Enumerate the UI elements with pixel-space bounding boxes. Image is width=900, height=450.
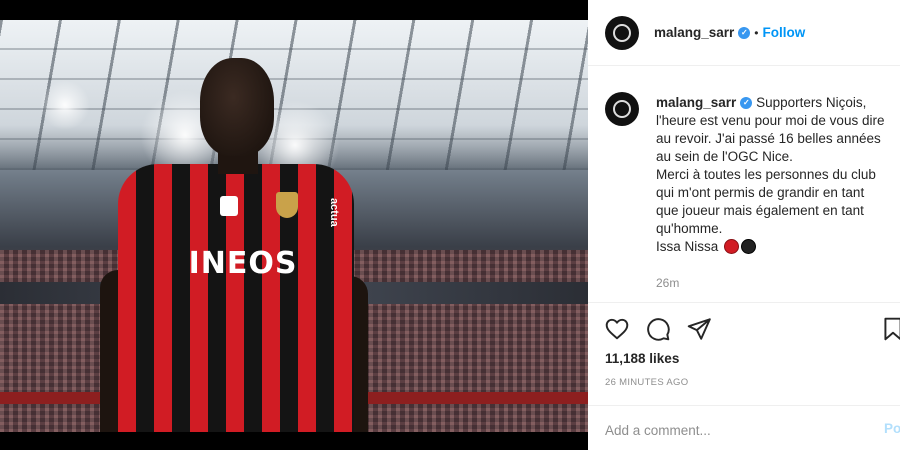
post-sidebar: malang_sarr ✓ • Follow malang_sarr ✓ Supp… bbox=[588, 0, 900, 450]
share-icon[interactable] bbox=[686, 316, 712, 342]
caption-line: Merci à toutes les personnes du club bbox=[656, 167, 876, 182]
follow-button[interactable]: Follow bbox=[763, 25, 806, 40]
caption-line: Issa Nissa bbox=[656, 239, 719, 254]
likes-count[interactable]: 11,188 likes bbox=[605, 351, 679, 366]
caption-timestamp[interactable]: 26m bbox=[656, 276, 679, 290]
caption-line: au sein de l'OGC Nice. bbox=[656, 149, 793, 164]
avatar[interactable] bbox=[605, 92, 639, 126]
bookmark-icon[interactable] bbox=[880, 316, 900, 342]
comment-icon[interactable] bbox=[645, 316, 671, 342]
verified-badge-icon: ✓ bbox=[740, 97, 753, 110]
divider bbox=[588, 405, 900, 406]
red-circle-emoji-icon bbox=[724, 239, 740, 254]
kit-brand-logo bbox=[220, 196, 238, 216]
post-comment-button[interactable]: Po bbox=[884, 421, 900, 436]
avatar-logo-icon bbox=[613, 23, 631, 42]
heart-icon[interactable] bbox=[604, 316, 630, 342]
caption-username[interactable]: malang_sarr bbox=[656, 95, 736, 110]
avatar[interactable] bbox=[605, 15, 639, 50]
post-header: malang_sarr ✓ • Follow bbox=[588, 0, 900, 66]
caption-line: qu'homme. bbox=[656, 221, 723, 236]
caption-line: que joueur mais également en tant bbox=[656, 203, 864, 218]
black-circle-emoji-icon bbox=[741, 239, 757, 254]
caption-line: au revoir. J'ai passé 16 belles années bbox=[656, 131, 881, 146]
player-head bbox=[200, 58, 274, 156]
header-username[interactable]: malang_sarr bbox=[654, 25, 734, 40]
sleeve-sponsor: actua bbox=[328, 198, 340, 227]
caption-line: Supporters Niçois, bbox=[756, 95, 867, 110]
comment-input[interactable] bbox=[605, 420, 865, 440]
stadium-light bbox=[40, 80, 90, 130]
verified-badge-icon: ✓ bbox=[738, 26, 751, 39]
caption-line: l'heure est venu pour moi de vous dire bbox=[656, 113, 885, 128]
club-crest bbox=[276, 192, 298, 218]
caption-line: qui m'ont permis de grandir en tant bbox=[656, 185, 865, 200]
post-photo[interactable]: INEOS actua bbox=[0, 20, 588, 432]
avatar-logo-icon bbox=[613, 100, 631, 118]
player-figure: INEOS actua bbox=[96, 40, 396, 432]
action-bar bbox=[604, 316, 900, 342]
jersey-sponsor: INEOS bbox=[188, 246, 298, 281]
divider bbox=[588, 302, 900, 303]
post-timestamp[interactable]: 26 MINUTES AGO bbox=[605, 377, 688, 388]
header-separator: • bbox=[754, 25, 759, 40]
caption-text: malang_sarr ✓ Supporters Niçois, l'heure … bbox=[656, 94, 900, 256]
